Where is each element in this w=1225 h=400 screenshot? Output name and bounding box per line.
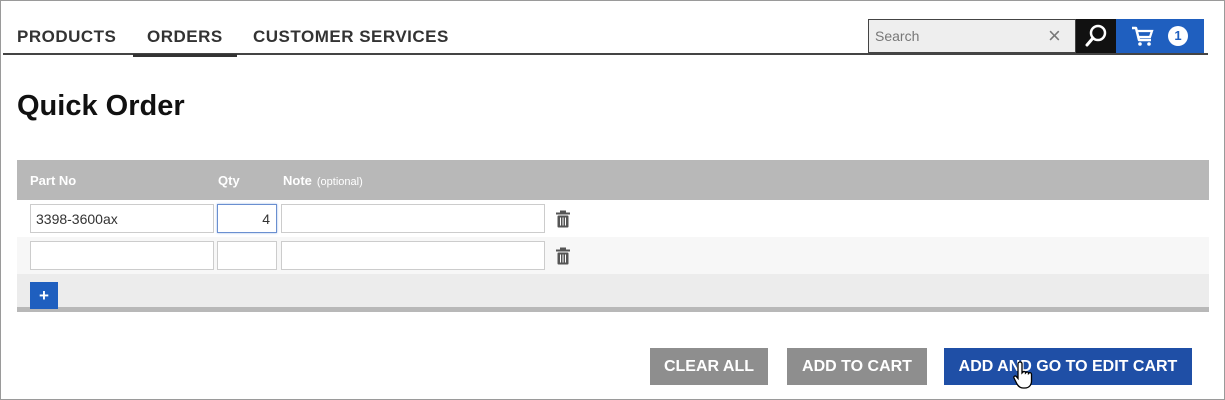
part-no-input[interactable] (30, 241, 214, 270)
header-qty: Qty (218, 173, 240, 188)
header-note: Note (optional) (283, 173, 363, 188)
close-icon[interactable]: × (1048, 23, 1061, 49)
search-box: × (868, 19, 1076, 53)
header-note-label: Note (283, 173, 312, 188)
nav-products[interactable]: PRODUCTS (17, 27, 116, 47)
qty-input[interactable] (217, 204, 277, 233)
cart-icon (1132, 26, 1154, 46)
add-and-go-to-edit-cart-button[interactable]: ADD AND GO TO EDIT CART (944, 348, 1192, 385)
note-input[interactable] (281, 241, 545, 270)
cart-button[interactable]: 1 (1116, 19, 1204, 53)
trash-icon[interactable] (555, 210, 571, 228)
quick-order-table: Part No Qty Note (optional) + (17, 160, 1209, 317)
header-note-hint: (optional) (316, 176, 363, 188)
search-icon (1085, 24, 1107, 47)
nav-customer-services[interactable]: CUSTOMER SERVICES (253, 27, 449, 47)
add-row-button[interactable]: + (30, 282, 58, 309)
part-no-input[interactable] (30, 204, 214, 233)
trash-icon[interactable] (555, 247, 571, 265)
search-button[interactable] (1076, 19, 1116, 53)
nav-orders[interactable]: ORDERS (133, 27, 237, 57)
note-input[interactable] (281, 204, 545, 233)
clear-all-button[interactable]: CLEAR ALL (650, 348, 768, 385)
table-header: Part No Qty Note (optional) (17, 160, 1209, 200)
qty-input[interactable] (217, 241, 277, 270)
page-title: Quick Order (17, 90, 185, 122)
add-row-bar: + (17, 274, 1209, 312)
search-input[interactable] (875, 26, 1045, 46)
header-part-no: Part No (30, 173, 77, 188)
cart-count-badge: 1 (1168, 26, 1188, 46)
hand-cursor-icon (1013, 361, 1033, 389)
table-row (17, 237, 1209, 274)
add-to-cart-button[interactable]: ADD TO CART (787, 348, 927, 385)
table-row (17, 200, 1209, 237)
